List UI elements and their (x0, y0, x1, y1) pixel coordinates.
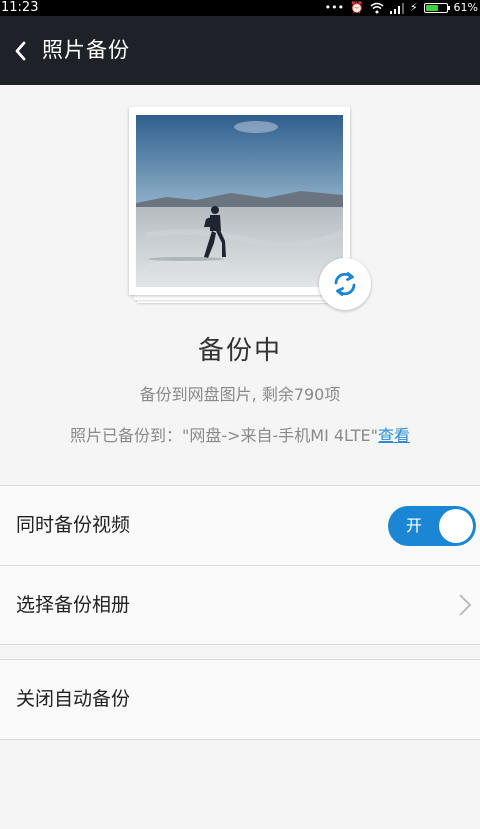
page-title: 照片备份 (42, 38, 130, 62)
more-dots-icon: ••• (324, 1, 345, 14)
photo-card (129, 107, 350, 295)
backup-status-title: 备份中 (197, 336, 282, 366)
title-bar: 照片备份 (0, 16, 480, 85)
select-album-label: 选择备份相册 (16, 594, 131, 616)
sync-icon (334, 272, 356, 296)
backup-video-toggle[interactable]: 开 (388, 506, 476, 546)
backup-destination: 照片已备份到："网盘->来自-手机MI 4LTE"查看 (0, 422, 480, 446)
chevron-right-icon (459, 594, 472, 616)
status-icons: ••• ⏰ ⚡ 61% (325, 0, 478, 16)
alarm-icon: ⏰ (350, 1, 364, 14)
sync-button[interactable] (319, 258, 371, 310)
signal-icon (389, 2, 404, 14)
settings-group-auto-backup: 关闭自动备份 (0, 659, 480, 740)
battery-percent: 61% (453, 1, 478, 14)
backup-progress-text: 备份到网盘图片, 剩余790项 (139, 385, 341, 404)
backup-video-label: 同时备份视频 (16, 514, 131, 536)
charging-icon: ⚡ (409, 1, 418, 14)
disable-auto-backup-label: 关闭自动备份 (16, 688, 131, 710)
status-bar: 11:23 ••• ⏰ ⚡ 61% (0, 0, 480, 16)
backup-destination-text: 照片已备份到："网盘->来自-手机MI 4LTE" (69, 426, 379, 445)
wifi-icon (370, 2, 384, 14)
back-icon[interactable] (6, 34, 34, 68)
battery-icon (423, 3, 450, 13)
toggle-state-text: 开 (406, 516, 423, 535)
backup-photo-thumbnail (136, 115, 343, 287)
view-link[interactable]: 查看 (378, 426, 410, 445)
status-time: 11:23 (1, 0, 39, 15)
row-select-album[interactable]: 选择备份相册 (0, 566, 480, 644)
row-disable-auto-backup[interactable]: 关闭自动备份 (0, 660, 480, 738)
row-backup-video: 同时备份视频 开 (0, 486, 480, 564)
toggle-knob (439, 509, 473, 543)
settings-group-backup-options: 同时备份视频 开 选择备份相册 (0, 485, 480, 645)
